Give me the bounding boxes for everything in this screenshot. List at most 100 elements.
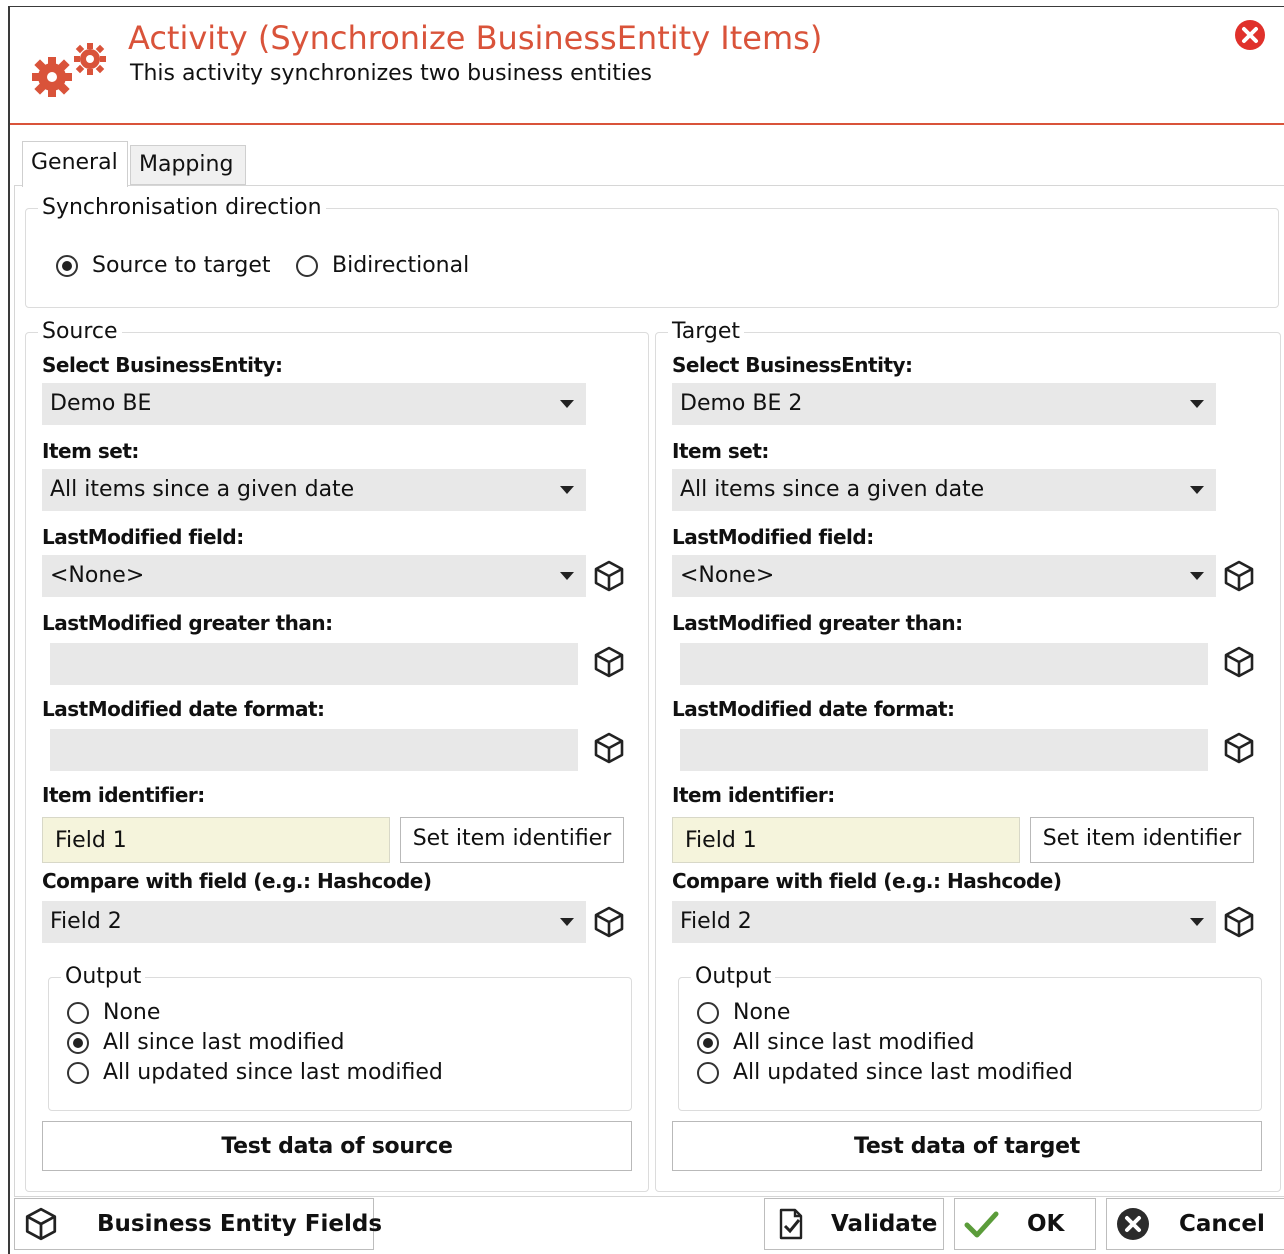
source-item-set-dropdown[interactable]: All items since a given date [42, 469, 586, 511]
source-lastmod-fmt-label: LastModified date format: [42, 697, 325, 721]
sync-direction-group: Synchronisation direction Source to targ… [25, 195, 1279, 308]
source-item-set-label: Item set: [42, 439, 139, 463]
radio-button[interactable] [67, 1001, 89, 1024]
chevron-down-icon [1190, 918, 1204, 926]
source-title: Source [38, 319, 122, 344]
source-compare-label: Compare with field (e.g.: Hashcode) [42, 869, 432, 893]
radio-button-checked[interactable] [67, 1031, 89, 1054]
cube-icon[interactable] [1222, 645, 1256, 679]
radio-button[interactable] [67, 1061, 89, 1084]
target-output-all-updated[interactable]: All updated since last modified [697, 1060, 1073, 1085]
target-item-set-label: Item set: [672, 439, 769, 463]
test-source-button[interactable]: Test data of source [42, 1121, 632, 1171]
source-output-none[interactable]: None [67, 1000, 160, 1025]
radio-button[interactable] [697, 1001, 719, 1024]
cube-icon[interactable] [592, 731, 626, 765]
target-lastmod-fmt-input[interactable] [680, 729, 1208, 771]
target-output-group: Output None All since last modified All … [678, 964, 1262, 1111]
target-lastmod-gt-input[interactable] [680, 643, 1208, 685]
radio-source-to-target[interactable]: Source to target [56, 253, 271, 278]
chevron-down-icon [1190, 572, 1204, 580]
business-entity-fields-button[interactable]: Business Entity Fields [14, 1198, 382, 1250]
target-lastmod-fmt-label: LastModified date format: [672, 697, 955, 721]
cube-icon[interactable] [592, 905, 626, 939]
tab-general[interactable]: General [22, 141, 128, 187]
validate-label: Validate [831, 1211, 938, 1237]
source-lastmod-gt-input[interactable] [50, 643, 578, 685]
target-lastmod-gt-label: LastModified greater than: [672, 611, 963, 635]
target-lastmod-field-dropdown[interactable]: <None> [672, 555, 1216, 597]
source-group: Source Select BusinessEntity: Demo BE It… [25, 319, 649, 1192]
source-be-dropdown[interactable]: Demo BE [42, 383, 586, 425]
test-target-button[interactable]: Test data of target [672, 1121, 1262, 1171]
radio-bidirectional[interactable]: Bidirectional [296, 253, 469, 278]
radio-button[interactable] [697, 1061, 719, 1084]
radio-label: All since last modified [733, 1030, 975, 1055]
target-lastmod-field-value: <None> [680, 563, 775, 588]
target-compare-value: Field 2 [680, 909, 752, 934]
chevron-down-icon [560, 572, 574, 580]
cube-icon[interactable] [592, 559, 626, 593]
chevron-down-icon [560, 918, 574, 926]
ok-button[interactable]: OK [954, 1198, 1096, 1250]
source-lastmod-field-label: LastModified field: [42, 525, 244, 549]
source-output-group: Output None All since last modified All … [48, 964, 632, 1111]
target-compare-dropdown[interactable]: Field 2 [672, 901, 1216, 943]
source-item-id-label: Item identifier: [42, 783, 205, 807]
source-set-item-id-button[interactable]: Set item identifier [400, 817, 624, 863]
source-compare-value: Field 2 [50, 909, 122, 934]
source-item-id-field: Field 1 [42, 817, 390, 863]
target-item-set-dropdown[interactable]: All items since a given date [672, 469, 1216, 511]
sync-direction-title: Synchronisation direction [38, 195, 326, 220]
chevron-down-icon [1190, 486, 1204, 494]
target-select-be-label: Select BusinessEntity: [672, 353, 913, 377]
source-output-all-since[interactable]: All since last modified [67, 1030, 344, 1055]
close-icon[interactable] [1234, 19, 1266, 51]
radio-button-checked[interactable] [56, 254, 78, 277]
tab-content-general: Synchronisation direction Source to targ… [14, 185, 1284, 1197]
source-output-all-updated[interactable]: All updated since last modified [67, 1060, 443, 1085]
target-group: Target Select BusinessEntity: Demo BE 2 … [655, 319, 1281, 1192]
radio-button-checked[interactable] [697, 1031, 719, 1054]
validate-button[interactable]: Validate [764, 1198, 944, 1250]
radio-label: None [103, 1000, 161, 1025]
dialog-subtitle: This activity synchronizes two business … [130, 61, 653, 86]
source-lastmod-field-value: <None> [50, 563, 145, 588]
validate-document-icon [779, 1208, 803, 1240]
cancel-label: Cancel [1179, 1211, 1265, 1237]
target-compare-label: Compare with field (e.g.: Hashcode) [672, 869, 1062, 893]
source-be-value: Demo BE [50, 391, 152, 416]
target-output-title: Output [691, 964, 776, 989]
ok-label: OK [1027, 1211, 1065, 1237]
dialog-header: Activity (Synchronize BusinessEntity Ite… [10, 7, 1284, 125]
source-lastmod-gt-label: LastModified greater than: [42, 611, 333, 635]
source-lastmod-fmt-input[interactable] [50, 729, 578, 771]
target-item-id-label: Item identifier: [672, 783, 835, 807]
cancel-button[interactable]: Cancel [1106, 1198, 1284, 1250]
target-be-dropdown[interactable]: Demo BE 2 [672, 383, 1216, 425]
dialog-title: Activity (Synchronize BusinessEntity Ite… [128, 19, 823, 57]
source-compare-dropdown[interactable]: Field 2 [42, 901, 586, 943]
source-output-title: Output [61, 964, 146, 989]
gears-icon [32, 43, 106, 97]
target-output-none[interactable]: None [697, 1000, 790, 1025]
cube-icon[interactable] [592, 645, 626, 679]
chevron-down-icon [560, 486, 574, 494]
target-output-all-since[interactable]: All since last modified [697, 1030, 974, 1055]
chevron-down-icon [1190, 400, 1204, 408]
radio-button[interactable] [296, 254, 318, 277]
tab-mapping[interactable]: Mapping [130, 145, 246, 185]
cube-icon [25, 1207, 57, 1241]
source-item-set-value: All items since a given date [50, 477, 355, 502]
target-lastmod-field-label: LastModified field: [672, 525, 874, 549]
source-select-be-label: Select BusinessEntity: [42, 353, 283, 377]
radio-label: All since last modified [103, 1030, 345, 1055]
source-lastmod-field-dropdown[interactable]: <None> [42, 555, 586, 597]
radio-label: Source to target [92, 253, 271, 278]
cube-icon[interactable] [1222, 559, 1256, 593]
target-set-item-id-button[interactable]: Set item identifier [1030, 817, 1254, 863]
cube-icon[interactable] [1222, 905, 1256, 939]
cube-icon[interactable] [1222, 731, 1256, 765]
target-title: Target [668, 319, 745, 344]
radio-label: None [733, 1000, 791, 1025]
